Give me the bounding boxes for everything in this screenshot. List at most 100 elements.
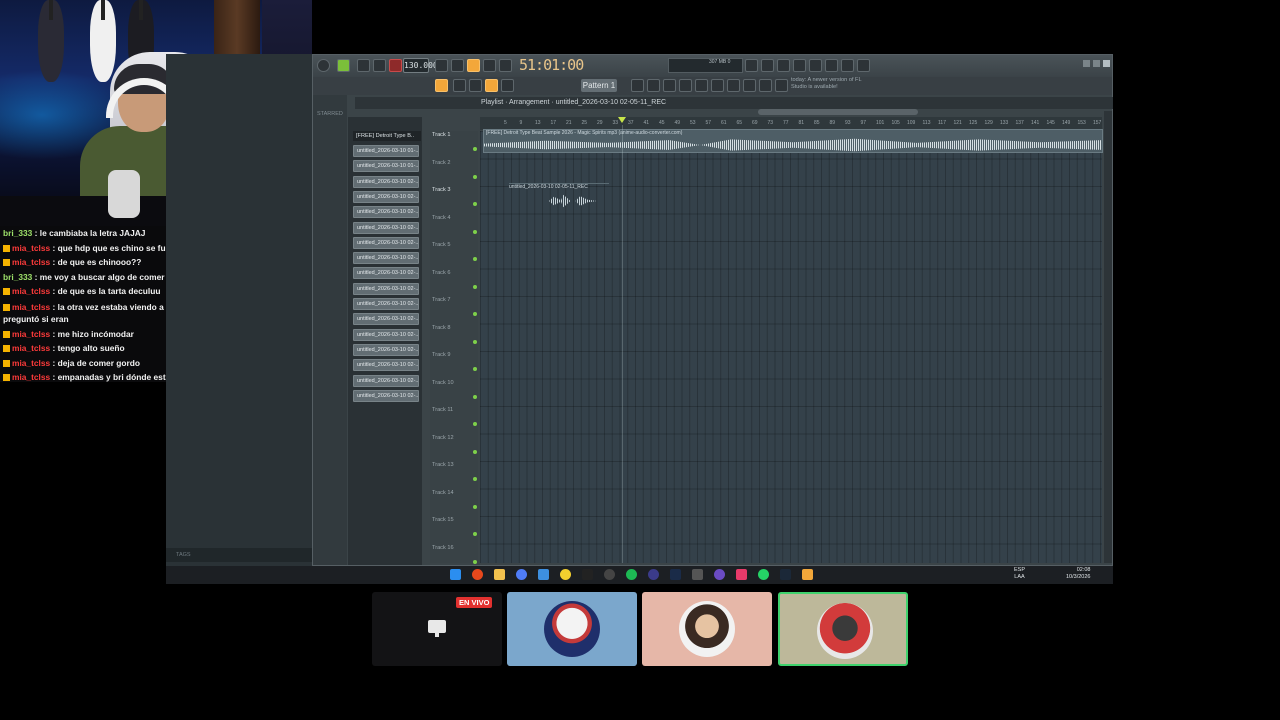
track-name[interactable]: Track 5 (432, 242, 450, 248)
track-mute-led[interactable] (473, 312, 477, 316)
snap-icon[interactable] (435, 79, 448, 92)
track-mute-led[interactable] (473, 202, 477, 206)
piano-roll-icon[interactable] (647, 79, 660, 92)
wait-input-icon[interactable] (451, 59, 464, 72)
channel-item[interactable]: untitled_2026-03-10 02-.. (353, 359, 419, 372)
track-mute-led[interactable] (473, 422, 477, 426)
picker-icon[interactable] (743, 79, 756, 92)
chat-username[interactable]: mia_tclss (12, 257, 50, 267)
steam-icon[interactable] (780, 569, 791, 580)
mixer-icon[interactable] (825, 59, 838, 72)
chat-username[interactable]: mia_tclss (12, 358, 50, 368)
fl-logo-icon[interactable] (317, 59, 330, 72)
track-name[interactable]: Track 3 (432, 187, 450, 193)
chat-username[interactable]: mia_tclss (12, 329, 50, 339)
playlist-header[interactable]: Playlist · Arrangement · untitled_2026-0… (355, 97, 1113, 109)
track-name[interactable]: Track 16 (432, 545, 454, 551)
spotify-icon[interactable] (626, 569, 637, 580)
audio-clip-recording[interactable]: untitled_2026-03-10 02-05-11_REC (509, 183, 609, 209)
chat-username[interactable]: bri_333 (3, 228, 32, 238)
chat-username[interactable]: mia_tclss (12, 286, 50, 296)
track-mute-led[interactable] (473, 449, 477, 454)
plugin-icon[interactable] (711, 79, 724, 92)
playlist-icon[interactable] (663, 79, 676, 92)
undo-icon[interactable] (761, 59, 774, 72)
track-name[interactable]: Track 7 (432, 297, 450, 303)
stamp-icon[interactable] (501, 79, 514, 92)
notion-icon[interactable] (714, 569, 725, 580)
windows-start-icon[interactable] (450, 569, 461, 580)
channel-item[interactable]: untitled_2026-03-10 02-.. (353, 206, 419, 219)
track-name[interactable]: Track 15 (432, 517, 454, 523)
track-mute-led[interactable] (473, 367, 477, 371)
mic-icon[interactable] (777, 59, 790, 72)
track-name[interactable]: Track 1 (432, 132, 450, 138)
chat-icon[interactable] (841, 59, 854, 72)
help-icon[interactable] (793, 59, 806, 72)
fl-studio-icon[interactable] (802, 569, 813, 580)
track-mute-led[interactable] (473, 532, 477, 536)
maximize-icon[interactable] (1093, 60, 1100, 67)
track-mute-led[interactable] (473, 284, 477, 289)
arrow-icon[interactable] (453, 79, 466, 92)
save-icon[interactable] (809, 59, 822, 72)
close-icon[interactable] (1103, 60, 1110, 67)
channel-rack-icon[interactable] (631, 79, 644, 92)
channel-item[interactable]: untitled_2026-03-10 02-.. (353, 267, 419, 280)
vertical-scrollbar[interactable] (1104, 111, 1112, 563)
power-icon[interactable] (745, 59, 758, 72)
channel-item[interactable]: untitled_2026-03-10 02-.. (353, 282, 419, 295)
track-mute-led[interactable] (473, 174, 477, 179)
pattern-selector[interactable]: Pattern 1 (581, 79, 617, 92)
channel-item[interactable]: untitled_2026-03-10 02-.. (353, 236, 419, 249)
chat-username[interactable]: mia_tclss (12, 302, 50, 312)
track-name[interactable]: Track 11 (432, 407, 453, 413)
channel-item[interactable]: untitled_2026-03-10 02-.. (353, 328, 419, 341)
norton-icon[interactable] (560, 569, 571, 580)
channel-item[interactable]: untitled_2026-03-10 02-.. (353, 190, 419, 203)
update-notice[interactable]: today: A newer version of FL Studio is a… (791, 77, 875, 93)
chat-username[interactable]: mia_tclss (12, 372, 50, 382)
participant-tile[interactable] (642, 592, 772, 666)
channel-item[interactable]: untitled_2026-03-10 01-.. (353, 145, 419, 157)
countdown-icon[interactable] (467, 59, 480, 72)
file-explorer-icon[interactable] (494, 569, 505, 580)
tempo-display[interactable]: 130.000 (403, 58, 438, 73)
channel-item[interactable]: untitled_2026-03-10 02-.. (353, 221, 419, 234)
track-mute-led[interactable] (473, 339, 477, 344)
play-icon[interactable] (357, 59, 370, 72)
channel-item[interactable]: untitled_2026-03-10 02-.. (353, 389, 419, 402)
track-mute-led[interactable] (473, 394, 477, 399)
channel-item[interactable]: untitled_2026-03-10 02-.. (353, 175, 419, 188)
track-name[interactable]: Track 9 (432, 352, 450, 358)
language-indicator[interactable]: ESP LAA (1014, 567, 1025, 581)
screen-share-tile[interactable]: EN VIVO (372, 592, 502, 666)
channel-item[interactable]: untitled_2026-03-10 02-.. (353, 252, 419, 265)
minimize-icon[interactable] (1083, 60, 1090, 67)
audio-clip-beat[interactable]: [FREE] Detroit Type Beat Sample 2026 - M… (483, 129, 1103, 153)
chat-username[interactable]: bri_333 (3, 272, 32, 282)
track-name[interactable]: Track 12 (432, 435, 454, 441)
photoshop-icon[interactable] (670, 569, 681, 580)
track-name[interactable]: Track 8 (432, 325, 450, 331)
browser-starred-label[interactable]: STARRED (317, 111, 343, 117)
track-mute-led[interactable] (473, 559, 477, 564)
tempo-tapper-icon[interactable] (727, 79, 740, 92)
chat-username[interactable]: mia_tclss (12, 243, 50, 253)
track-mute-led[interactable] (473, 229, 477, 234)
system-clock[interactable]: 02:08 10/3/2026 (1066, 567, 1090, 581)
chat-username[interactable]: mia_tclss (12, 343, 50, 353)
track-name[interactable]: Track 2 (432, 160, 450, 166)
rendering-icon[interactable] (775, 79, 788, 92)
brush-icon[interactable] (485, 79, 498, 92)
track-mute-led[interactable] (473, 504, 477, 509)
browser-icon[interactable] (695, 79, 708, 92)
channel-item[interactable]: untitled_2026-03-10 02-.. (353, 298, 419, 310)
channel-item[interactable]: untitled_2026-03-10 02-.. (353, 374, 419, 387)
participant-tile-speaking[interactable] (778, 592, 908, 666)
chrome-icon[interactable] (604, 569, 615, 580)
channel-item[interactable]: untitled_2026-03-10 01-.. (353, 160, 419, 173)
loop-record-icon[interactable] (499, 59, 512, 72)
track-mute-led[interactable] (473, 257, 477, 261)
metronome-icon[interactable] (435, 59, 448, 72)
